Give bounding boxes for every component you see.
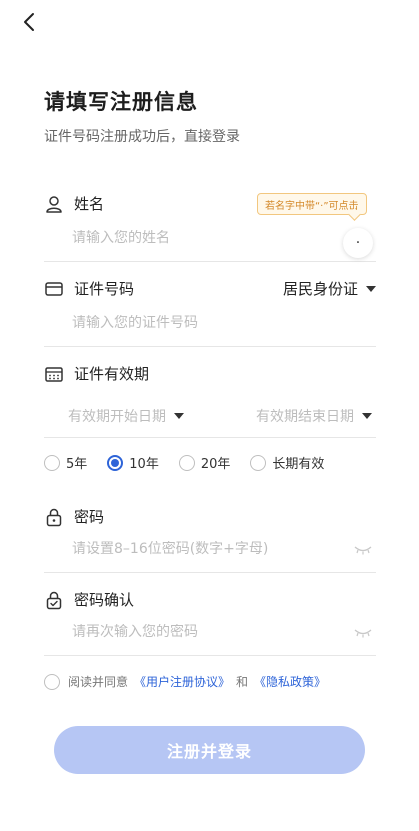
card-icon (44, 279, 64, 299)
privacy-policy-link[interactable]: 《隐私政策》 (254, 673, 326, 690)
radio-label: 长期有效 (272, 457, 325, 472)
agreement-checkbox[interactable] (44, 673, 60, 690)
radio-circle (178, 454, 195, 471)
radio-5-years[interactable]: 5年 (44, 453, 87, 472)
user-agreement-link[interactable]: 《用户注册协议》 (134, 673, 230, 690)
end-date-picker[interactable]: 有效期结束日期 (256, 406, 372, 426)
radio-circle (250, 454, 267, 471)
password-confirm-label-row: 密码确认 (44, 589, 134, 610)
name-label-row: 姓名 (44, 193, 104, 214)
id-type-value: 居民身份证 (282, 280, 358, 298)
password-field (44, 533, 376, 573)
id-field (44, 307, 376, 347)
page-title: 请填写注册信息 (44, 90, 198, 114)
id-label-row: 证件号码 (44, 278, 134, 299)
caret-down-icon (362, 413, 372, 419)
validity-radio-group: 5年 10年 20年 长期有效 (44, 453, 344, 472)
end-date-placeholder: 有效期结束日期 (256, 409, 354, 425)
middle-dot-button[interactable]: · (343, 228, 373, 258)
agreement-prefix: 阅读并同意 (68, 675, 129, 689)
page-subtitle: 证件号码注册成功后，直接登录 (44, 129, 240, 145)
lock-icon (44, 507, 64, 527)
user-icon (44, 194, 64, 214)
radio-label: 20年 (200, 457, 231, 472)
name-input[interactable] (72, 230, 332, 246)
password-confirm-label: 密码确认 (74, 591, 135, 609)
eye-closed-icon[interactable] (354, 628, 372, 638)
name-field (44, 222, 376, 262)
radio-label: 5年 (66, 457, 88, 472)
password-input[interactable] (72, 541, 332, 557)
id-number-input[interactable] (72, 315, 332, 331)
back-button[interactable] (18, 10, 42, 34)
name-label: 姓名 (74, 195, 105, 213)
register-login-button[interactable]: 注册并登录 (54, 726, 365, 774)
radio-10-years[interactable]: 10年 (107, 453, 159, 472)
chevron-left-icon (24, 13, 34, 31)
caret-down-icon (366, 285, 376, 292)
eye-closed-icon[interactable] (354, 545, 372, 555)
id-type-select[interactable]: 居民身份证 (283, 278, 376, 299)
id-label: 证件号码 (74, 280, 135, 298)
validity-label: 证件有效期 (74, 365, 150, 383)
lock-check-icon (44, 590, 64, 610)
caret-down-icon (174, 413, 184, 419)
start-date-placeholder: 有效期开始日期 (68, 409, 166, 425)
start-date-picker[interactable]: 有效期开始日期 (68, 406, 184, 426)
radio-20-years[interactable]: 20年 (178, 453, 231, 472)
agreement-row: 阅读并同意 《用户注册协议》 和 《隐私政策》 (44, 673, 326, 690)
radio-circle (44, 454, 60, 471)
password-label-row: 密码 (44, 506, 104, 527)
password-confirm-field (44, 616, 376, 656)
calendar-icon (44, 364, 64, 384)
validity-date-row: 有效期开始日期 有效期结束日期 (44, 398, 376, 438)
password-label: 密码 (74, 508, 105, 526)
validity-label-row: 证件有效期 (44, 363, 149, 384)
radio-circle-selected (107, 454, 124, 471)
password-confirm-input[interactable] (72, 624, 332, 640)
name-dot-tooltip: 若名字中带“·”可点击 (257, 193, 367, 215)
agreement-and: 和 (236, 675, 249, 689)
radio-long-term[interactable]: 长期有效 (250, 453, 324, 472)
radio-label: 10年 (129, 457, 159, 472)
